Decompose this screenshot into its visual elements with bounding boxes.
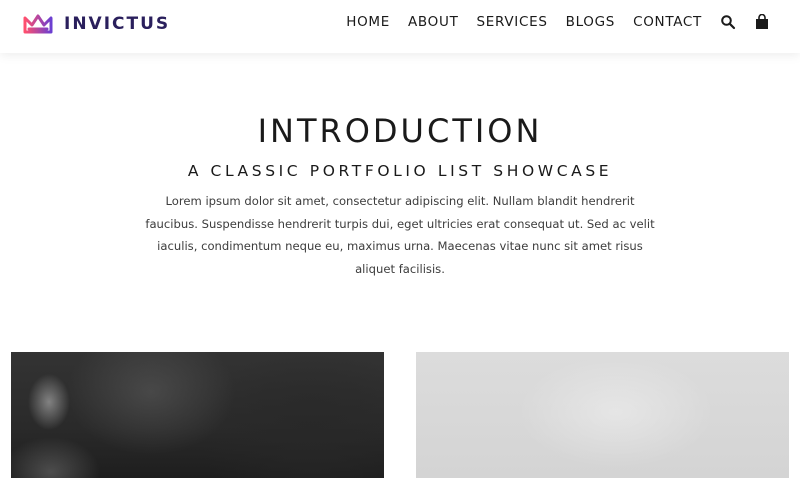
shopping-bag-icon[interactable] (754, 14, 770, 30)
nav-item-home[interactable]: HOME (346, 12, 390, 32)
logo[interactable]: INVICTUS (22, 12, 170, 36)
page-subtitle: A CLASSIC PORTFOLIO LIST SHOWCASE (187, 162, 613, 180)
nav-item-contact[interactable]: CONTACT (633, 12, 702, 32)
portfolio-item-image[interactable] (416, 352, 789, 478)
search-icon[interactable] (720, 14, 736, 30)
page-title: INTRODUCTION (257, 112, 543, 150)
nav-item-services[interactable]: SERVICES (477, 12, 548, 32)
crown-logo-icon (23, 14, 53, 34)
site-header: INVICTUS HOME ABOUT SERVICES BLOGS CONTA… (0, 0, 800, 53)
nav-item-blogs[interactable]: BLOGS (566, 12, 615, 32)
intro-section: INTRODUCTION A CLASSIC PORTFOLIO LIST SH… (0, 108, 800, 280)
portfolio-item-image[interactable] (11, 352, 384, 478)
brand-name: INVICTUS (64, 14, 171, 34)
main-nav: HOME ABOUT SERVICES BLOGS CONTACT (346, 12, 770, 32)
nav-item-about[interactable]: ABOUT (408, 12, 459, 32)
intro-paragraph: Lorem ipsum dolor sit amet, consectetur … (145, 194, 655, 276)
